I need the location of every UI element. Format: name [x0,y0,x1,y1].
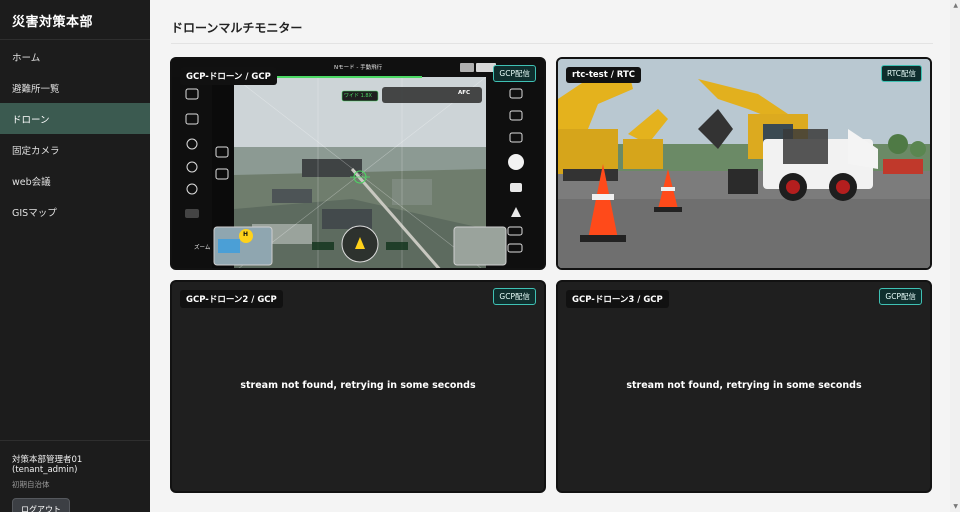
hud-mode-text: Nモード - 手動飛行 [334,65,383,71]
main-content: ドローンマルチモニター Nモード - 手動飛行 ワイド 1.8X AFC ズーム… [150,0,950,512]
sidebar-item-drone[interactable]: ドローン [0,103,150,134]
sidebar-item-web-meeting[interactable]: web会議 [0,165,150,196]
stream-status-message: stream not found, retrying in some secon… [626,380,862,391]
hud-af-label: AFC [458,90,471,96]
hud-wide-label: ワイド 1.8X [344,93,372,99]
rtc-video-feed [558,59,930,268]
page-scrollbar[interactable]: ▲ ▼ [950,0,960,512]
hud-zoom-label: ズーム [194,245,211,251]
stream-badge: GCP配信 [879,288,922,305]
scroll-down-icon[interactable]: ▼ [953,503,958,510]
sidebar-item-home[interactable]: ホーム [0,41,150,72]
stream-badge: RTC配信 [880,65,922,82]
tenant-name: 初期自治体 [12,480,50,489]
sidebar-item-fixed-camera[interactable]: 固定カメラ [0,134,150,165]
scroll-up-icon[interactable]: ▲ [953,2,958,9]
sidebar: 災害対策本部 ホーム 避難所一覧 ドローン 固定カメラ web会議 GISマップ… [0,0,150,512]
page-title: ドローンマルチモニター [171,21,303,35]
video-tile-drone-1[interactable]: Nモード - 手動飛行 ワイド 1.8X AFC ズーム H GCP-ドローン … [170,57,546,270]
tile-name: GCP-ドローン2 / GCP [180,290,283,308]
tile-name: GCP-ドローン3 / GCP [566,290,669,308]
user-name: 対策本部管理者01 (tenant_admin) [12,455,83,475]
logout-button[interactable]: ログアウト [12,498,70,512]
title-divider [171,43,933,44]
user-panel: 対策本部管理者01 (tenant_admin) 初期自治体 ログアウト [0,440,150,512]
video-tile-drone-2[interactable]: GCP-ドローン2 / GCP GCP配信 stream not found, … [170,280,546,493]
video-tile-drone-3[interactable]: GCP-ドローン3 / GCP GCP配信 stream not found, … [556,280,932,493]
app-title: 災害対策本部 [0,0,150,40]
home-marker-icon: H [243,231,249,238]
stream-badge: GCP配信 [493,288,536,305]
stream-status-message: stream not found, retrying in some secon… [240,380,476,391]
video-tile-rtc[interactable]: rtc-test / RTC RTC配信 [556,57,932,270]
stream-badge: GCP配信 [493,65,536,82]
tile-name: rtc-test / RTC [566,67,641,83]
drone-video-feed [172,59,544,268]
tile-name: GCP-ドローン / GCP [180,67,277,85]
sidebar-nav: ホーム 避難所一覧 ドローン 固定カメラ web会議 GISマップ [0,41,150,227]
sidebar-item-shelters[interactable]: 避難所一覧 [0,72,150,103]
sidebar-item-gis-map[interactable]: GISマップ [0,196,150,227]
